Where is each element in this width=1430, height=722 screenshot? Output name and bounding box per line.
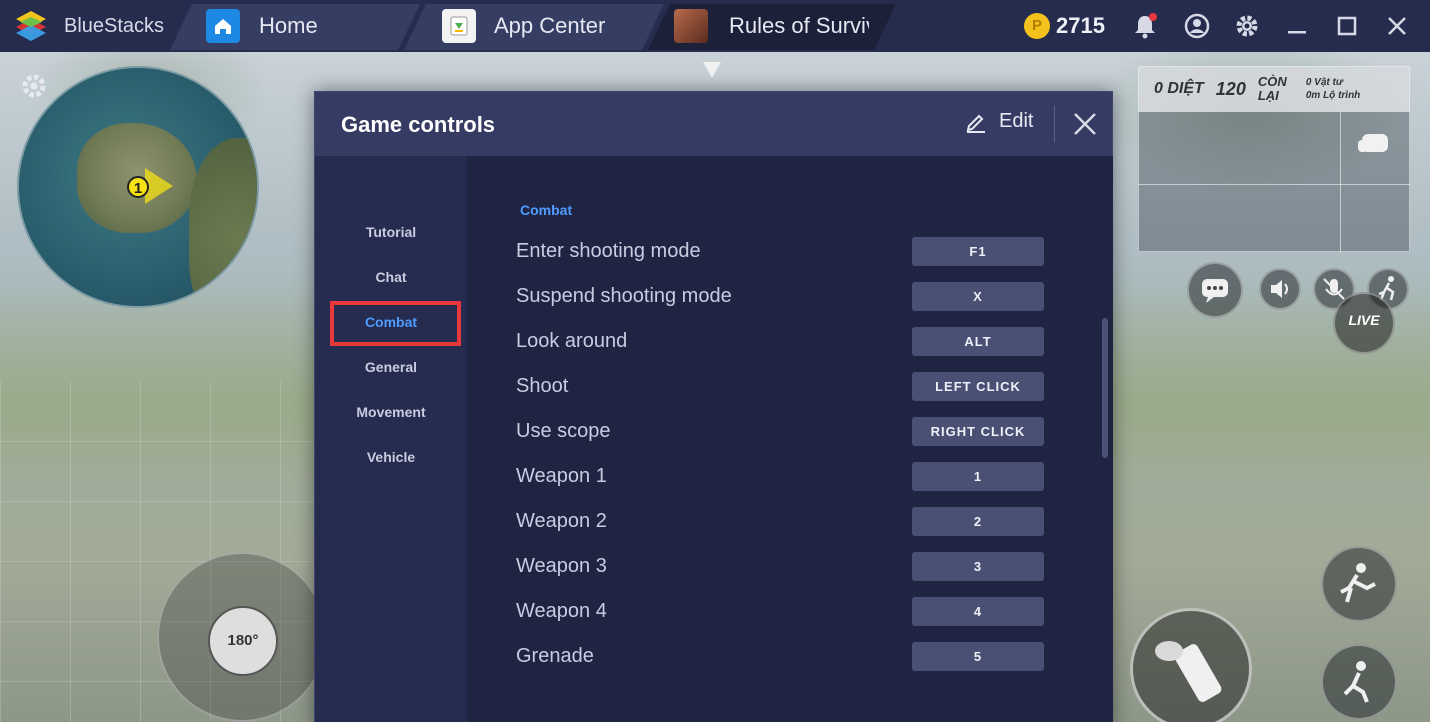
game-avatar-icon: [674, 9, 708, 43]
coin-count: 2715: [1056, 13, 1105, 38]
chat-button[interactable]: [1187, 262, 1243, 318]
grenade-icon: [1155, 641, 1222, 702]
home-icon: [206, 9, 240, 43]
dialog-header: Game controls Edit: [315, 92, 1112, 156]
tab-home-label: Home: [259, 13, 318, 38]
game-controls-dialog: Game controls Edit Tutorial Chat Combat …: [314, 91, 1113, 722]
edit-button[interactable]: Edit: [965, 110, 1033, 133]
binding-key[interactable]: 2: [912, 507, 1044, 536]
supplies-label: 0 Vật tư: [1305, 77, 1343, 88]
binding-key[interactable]: F1: [912, 237, 1044, 266]
binding-key[interactable]: ALT: [912, 327, 1044, 356]
speaker-button[interactable]: [1259, 268, 1301, 310]
binding-key[interactable]: 1: [912, 462, 1044, 491]
bluestacks-logo-icon: [16, 11, 46, 41]
chat-bubble-icon: [1202, 279, 1228, 303]
crouch-button[interactable]: [1321, 644, 1397, 720]
tab-rules-of-survival[interactable]: Rules of Surviva: [648, 0, 896, 52]
title-bar: BlueStacks Home App Center Rules of Surv…: [0, 0, 1430, 52]
pencil-icon: [966, 114, 985, 133]
fist-icon[interactable]: [1356, 128, 1396, 162]
binding-action: Weapon 1: [516, 465, 607, 487]
header-divider: [1054, 106, 1055, 142]
binding-action: Weapon 3: [516, 555, 607, 577]
tab-app-center[interactable]: App Center: [404, 0, 664, 52]
grenade-throw-button[interactable]: [1130, 608, 1252, 722]
app-name: BlueStacks: [64, 14, 165, 37]
sidebar-item-movement[interactable]: Movement: [315, 400, 467, 424]
binding-action: Weapon 4: [516, 600, 607, 622]
coin-icon: P: [1024, 13, 1050, 39]
sidebar-item-chat[interactable]: Chat: [315, 265, 467, 289]
binding-key[interactable]: 3: [912, 552, 1044, 581]
edit-label: Edit: [999, 110, 1034, 132]
bell-icon[interactable]: [1131, 12, 1159, 40]
binding-key[interactable]: 4: [912, 597, 1044, 626]
tab-app-center-label: App Center: [494, 13, 606, 38]
scrollbar[interactable]: [1102, 318, 1108, 458]
binding-action: Suspend shooting mode: [516, 285, 732, 307]
player-marker: 1: [127, 176, 149, 198]
tab-home[interactable]: Home: [170, 0, 420, 52]
category-sidebar: Tutorial Chat Combat General Movement Ve…: [315, 156, 467, 722]
jump-button[interactable]: [1321, 546, 1397, 622]
sidebar-item-general[interactable]: General: [315, 355, 467, 379]
sidebar-item-vehicle[interactable]: Vehicle: [315, 445, 467, 469]
close-icon[interactable]: [1071, 110, 1099, 138]
binding-action: Weapon 2: [516, 510, 607, 532]
binding-key[interactable]: 5: [912, 642, 1044, 671]
brand: BlueStacks: [0, 0, 175, 52]
section-title: Combat: [520, 202, 573, 218]
binding-action: Look around: [516, 330, 628, 352]
supplies-distance: 0 Vật tư 0m Lộ trình: [1306, 76, 1364, 102]
jump-icon: [1340, 563, 1376, 603]
live-button[interactable]: LIVE: [1333, 292, 1395, 354]
binding-key[interactable]: X: [912, 282, 1044, 311]
live-label: LIVE: [1348, 312, 1380, 328]
inventory-divider-v: [1340, 112, 1341, 252]
dialog-title: Game controls: [341, 112, 496, 137]
account-icon[interactable]: [1183, 12, 1211, 40]
binding-action: Enter shooting mode: [516, 240, 701, 262]
app-center-icon: [442, 9, 476, 43]
sidebar-item-combat[interactable]: Combat: [315, 310, 467, 334]
close-window-icon[interactable]: [1383, 12, 1411, 40]
speaker-icon: [1271, 280, 1288, 298]
view-cone-icon: [145, 168, 173, 204]
alive-label: CÒN LẠI: [1257, 74, 1287, 103]
binding-key[interactable]: RIGHT CLICK: [912, 417, 1044, 446]
distance-label: 0m Lộ trình: [1305, 90, 1361, 101]
sidebar-item-tutorial[interactable]: Tutorial: [315, 220, 467, 244]
gear-icon[interactable]: [1233, 12, 1261, 40]
crouch-icon: [1343, 661, 1369, 703]
maximize-icon[interactable]: [1333, 12, 1361, 40]
alive-count: 120: [1215, 78, 1246, 99]
turn-180-button[interactable]: 180°: [208, 606, 278, 676]
minimize-icon[interactable]: [1283, 12, 1311, 40]
inventory-divider-h: [1138, 184, 1410, 185]
minimap-landmass: [189, 138, 257, 306]
kill-count: 0 DIỆT: [1154, 80, 1204, 97]
minimap[interactable]: 1: [17, 66, 259, 308]
match-stats: 0 DIỆT 120 CÒN LẠI 0 Vật tư 0m Lộ trình: [1138, 66, 1410, 112]
bindings-list[interactable]: Combat Enter shooting mode F1 Suspend sh…: [467, 156, 1113, 722]
binding-action: Grenade: [516, 645, 594, 667]
game-settings-icon[interactable]: [18, 70, 50, 102]
compass-marker-icon: [703, 62, 721, 78]
binding-action: Use scope: [516, 420, 611, 442]
binding-action: Shoot: [516, 375, 569, 397]
binding-key[interactable]: LEFT CLICK: [912, 372, 1044, 401]
tab-game-label: Rules of Surviva: [729, 13, 869, 38]
